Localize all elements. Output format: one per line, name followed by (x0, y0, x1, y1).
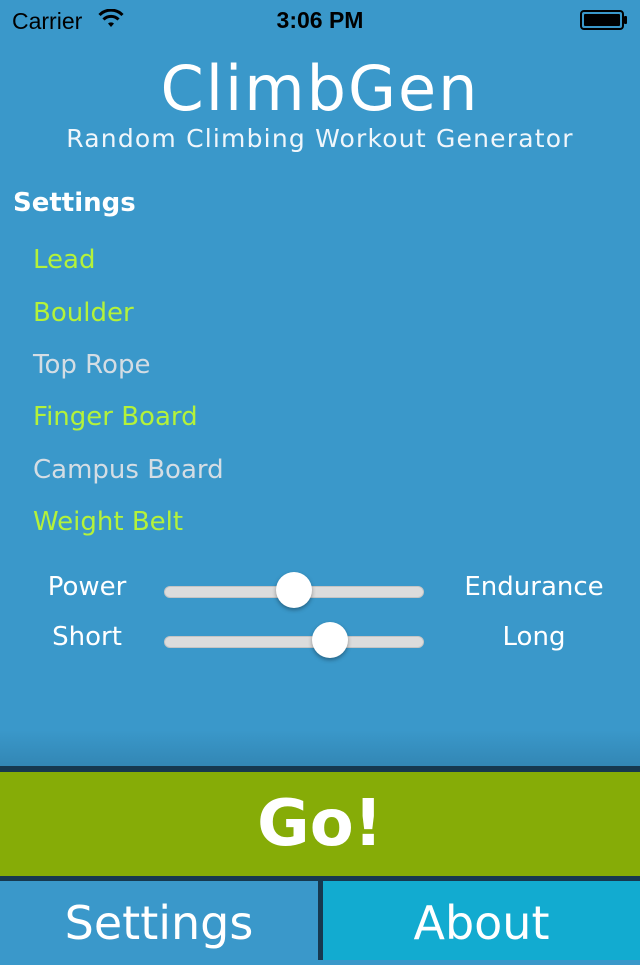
option-finger-board[interactable]: Finger Board (33, 402, 198, 432)
go-button[interactable]: Go! (0, 772, 640, 876)
app-subtitle: Random Climbing Workout Generator (66, 124, 574, 153)
option-top-rope[interactable]: Top Rope (33, 350, 150, 380)
status-bar: Carrier 3:06 PM (0, 0, 640, 40)
power-endurance-slider-thumb[interactable] (276, 572, 312, 608)
short-label: Short (52, 622, 122, 652)
battery-icon (580, 10, 627, 30)
option-lead[interactable]: Lead (33, 245, 95, 275)
power-label: Power (47, 572, 127, 602)
option-weight-belt[interactable]: Weight Belt (33, 507, 183, 537)
option-boulder[interactable]: Boulder (33, 298, 134, 328)
option-campus-board[interactable]: Campus Board (33, 455, 224, 485)
short-long-slider[interactable] (164, 636, 424, 648)
app-title: ClimbGen (160, 52, 480, 125)
tab-about[interactable]: About (323, 881, 640, 960)
long-label: Long (502, 622, 566, 652)
tab-settings[interactable]: Settings (0, 881, 318, 960)
short-long-slider-thumb[interactable] (312, 622, 349, 658)
endurance-label: Endurance (464, 572, 604, 602)
go-shadow (0, 730, 640, 770)
settings-heading: Settings (13, 188, 136, 218)
status-time: 3:06 PM (276, 7, 364, 33)
